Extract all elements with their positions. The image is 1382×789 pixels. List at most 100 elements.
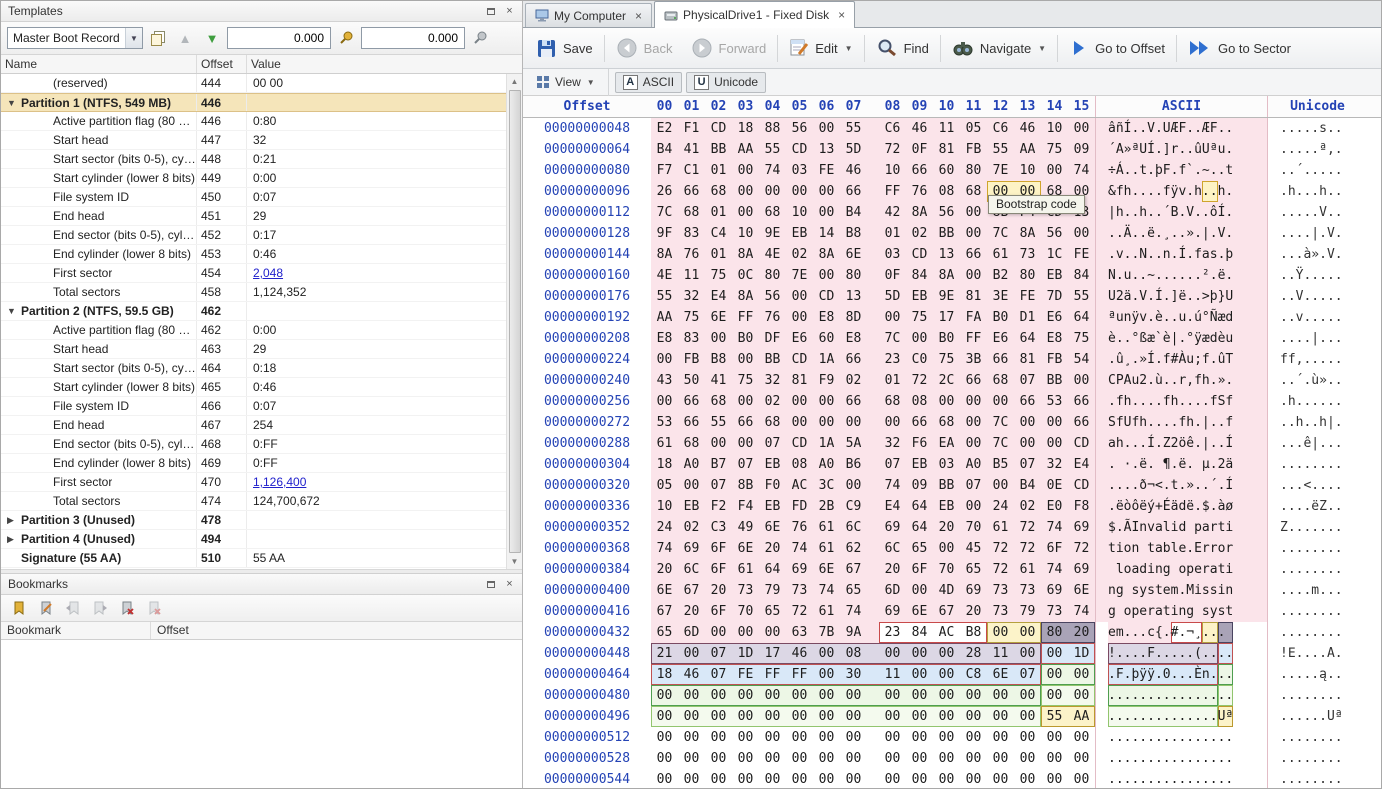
hex-byte[interactable]: 6C xyxy=(879,538,906,559)
remove-bookmark-button[interactable] xyxy=(117,598,137,618)
hex-byte[interactable]: 00 xyxy=(813,769,840,788)
hex-offset[interactable]: 00000000512 xyxy=(523,727,651,748)
goto-offset-button[interactable]: Go to Offset xyxy=(1060,34,1174,62)
hex-byte[interactable]: 00 xyxy=(786,286,813,307)
hex-byte[interactable]: 75 xyxy=(906,307,933,328)
hex-byte[interactable]: 46 xyxy=(786,643,813,664)
hex-unicode[interactable]: .h...... xyxy=(1267,391,1367,412)
hex-byte[interactable]: 65 xyxy=(960,559,987,580)
hex-byte[interactable]: 3E xyxy=(987,286,1014,307)
hex-byte[interactable]: 75 xyxy=(933,349,960,370)
hex-byte[interactable]: 68 xyxy=(879,391,906,412)
hex-byte[interactable]: 6E xyxy=(840,244,867,265)
hex-byte[interactable]: 74 xyxy=(1068,601,1095,622)
hex-byte[interactable]: 8A xyxy=(732,244,759,265)
hex-byte[interactable]: 0E xyxy=(1041,475,1068,496)
hex-byte[interactable]: 0C xyxy=(732,265,759,286)
template-row[interactable]: Start sector (bits 0-5), cylin...4480:21 xyxy=(1,150,506,169)
hex-byte[interactable]: 7C xyxy=(987,223,1014,244)
hex-byte[interactable]: E6 xyxy=(987,328,1014,349)
ascii-segment[interactable]: è..°ßæ`è|.°ÿædèu xyxy=(1108,328,1233,349)
hex-offset[interactable]: 00000000416 xyxy=(523,601,651,622)
hex-byte[interactable]: 1A xyxy=(813,349,840,370)
hex-byte[interactable]: 00 xyxy=(987,475,1014,496)
hex-byte[interactable]: 9E xyxy=(759,223,786,244)
hex-byte[interactable]: 00 xyxy=(1041,160,1068,181)
hex-byte[interactable]: 00 xyxy=(786,412,813,433)
hex-byte[interactable]: 74 xyxy=(1068,160,1095,181)
hex-byte[interactable]: BB xyxy=(1041,370,1068,391)
hex-offset[interactable]: 00000000144 xyxy=(523,244,651,265)
hex-byte[interactable]: CD xyxy=(1068,475,1095,496)
hex-byte[interactable]: 00 xyxy=(759,748,786,769)
hex-byte[interactable]: 67 xyxy=(933,601,960,622)
hex-byte[interactable]: E8 xyxy=(813,307,840,328)
hex-byte[interactable]: 00 xyxy=(840,769,867,788)
hex-byte[interactable]: 00 xyxy=(786,748,813,769)
hex-byte[interactable]: 13 xyxy=(933,244,960,265)
hex-byte[interactable]: CD xyxy=(813,286,840,307)
hex-byte[interactable]: 56 xyxy=(1041,223,1068,244)
hex-byte[interactable]: B2 xyxy=(987,265,1014,286)
hex-byte[interactable]: 00 xyxy=(1014,727,1041,748)
offset-input-1[interactable] xyxy=(227,27,331,49)
hex-byte[interactable]: 00 xyxy=(786,685,813,706)
hex-byte[interactable]: 68 xyxy=(759,412,786,433)
template-row[interactable]: Active partition flag (80 = ...4620:00 xyxy=(1,321,506,340)
hex-byte[interactable]: 80 xyxy=(1041,622,1068,643)
hex-byte[interactable]: 49 xyxy=(732,517,759,538)
hex-byte[interactable]: F2 xyxy=(705,496,732,517)
ascii-segment[interactable]: . xyxy=(1218,622,1234,643)
hex-byte[interactable]: 10 xyxy=(879,160,906,181)
hex-byte[interactable]: 74 xyxy=(786,538,813,559)
column-header-value[interactable]: Value xyxy=(247,55,522,73)
close-icon[interactable]: × xyxy=(838,8,845,22)
ascii-segment[interactable]: ªunÿv.è..u.ú°Ñæd xyxy=(1108,307,1233,328)
hex-byte[interactable]: 7D xyxy=(1041,286,1068,307)
hex-byte[interactable]: 07 xyxy=(759,433,786,454)
hex-byte[interactable]: 66 xyxy=(1068,412,1095,433)
hex-byte[interactable]: 7C xyxy=(879,328,906,349)
hex-byte[interactable]: 32 xyxy=(759,370,786,391)
hex-byte[interactable]: E4 xyxy=(879,496,906,517)
hex-unicode[interactable]: ...<.... xyxy=(1267,475,1367,496)
hex-byte[interactable]: 00 xyxy=(1014,685,1041,706)
hex-byte[interactable]: 00 xyxy=(732,202,759,223)
hex-byte[interactable]: 00 xyxy=(678,727,705,748)
hex-offset[interactable]: 00000000080 xyxy=(523,160,651,181)
hex-byte[interactable]: FF xyxy=(879,181,906,202)
hex-byte[interactable]: FB xyxy=(1041,349,1068,370)
hex-byte[interactable]: 00 xyxy=(705,685,732,706)
hex-byte[interactable]: 00 xyxy=(651,706,678,727)
hex-byte[interactable]: 00 xyxy=(960,433,987,454)
hex-byte[interactable]: B0 xyxy=(732,328,759,349)
hex-byte[interactable]: 11 xyxy=(678,265,705,286)
hex-byte[interactable]: 00 xyxy=(732,727,759,748)
ascii-segment[interactable]: Uª xyxy=(1218,706,1234,727)
hex-byte[interactable]: 65 xyxy=(759,601,786,622)
hex-byte[interactable]: 00 xyxy=(1068,664,1095,685)
hex-byte[interactable]: 00 xyxy=(960,391,987,412)
hex-byte[interactable]: 00 xyxy=(879,685,906,706)
column-header-offset[interactable]: Offset xyxy=(197,55,247,73)
hex-byte[interactable]: 20 xyxy=(933,517,960,538)
hex-byte[interactable]: 07 xyxy=(1014,370,1041,391)
hex-offset[interactable]: 00000000496 xyxy=(523,706,651,727)
hex-byte[interactable]: 00 xyxy=(1041,433,1068,454)
scroll-thumb[interactable] xyxy=(509,90,521,553)
hex-byte[interactable]: 66 xyxy=(906,412,933,433)
hex-byte[interactable]: 75 xyxy=(678,307,705,328)
hex-unicode[interactable]: .....s.. xyxy=(1267,118,1367,139)
view-button[interactable]: View ▼ xyxy=(529,73,602,91)
ascii-segment[interactable]: |h..h..´B.V..ôÍ. xyxy=(1108,202,1233,223)
hex-byte[interactable]: 17 xyxy=(759,643,786,664)
hex-byte[interactable]: 00 xyxy=(705,706,732,727)
hex-offset[interactable]: 00000000304 xyxy=(523,454,651,475)
templates-scrollbar[interactable]: ▲ ▼ xyxy=(506,74,522,569)
hex-byte[interactable]: 00 xyxy=(1014,643,1041,664)
hex-byte[interactable]: 69 xyxy=(879,517,906,538)
hex-byte[interactable]: 23 xyxy=(879,349,906,370)
hex-byte[interactable]: 88 xyxy=(759,118,786,139)
hex-unicode[interactable]: ..v..... xyxy=(1267,307,1367,328)
hex-offset[interactable]: 00000000096 xyxy=(523,181,651,202)
